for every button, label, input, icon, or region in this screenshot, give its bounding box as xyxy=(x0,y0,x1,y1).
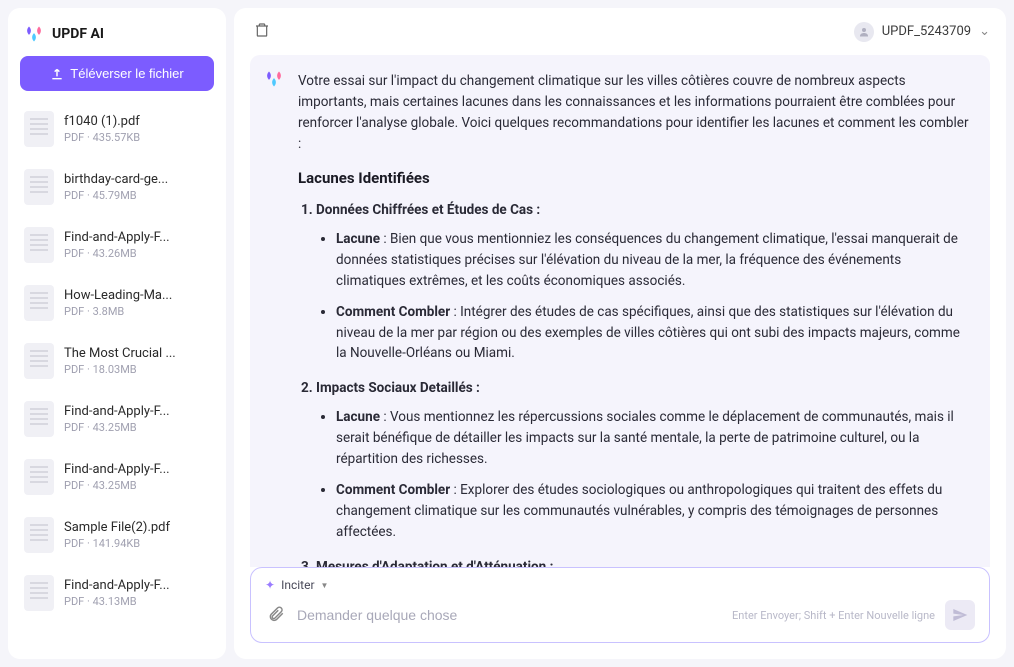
input-section: ✦ Inciter ▼ Enter Envoyer; Shift + Enter… xyxy=(234,567,1006,659)
sparkle-icon: ✦ xyxy=(265,578,275,592)
file-icon xyxy=(24,401,54,437)
file-meta: PDF · 18.03MB xyxy=(64,363,210,376)
main-panel: UPDF_5243709 ⌄ Votre essai sur l'impact … xyxy=(234,8,1006,659)
file-list[interactable]: f1040 (1).pdf PDF · 435.57KB birthday-card… xyxy=(20,103,214,647)
file-info: Find-and-Apply-F... PDF · 43.25MB xyxy=(64,462,210,492)
file-item[interactable]: Sample File(2).pdf PDF · 141.94KB xyxy=(20,509,214,561)
attach-button[interactable] xyxy=(265,603,287,628)
file-name: Find-and-Apply-F... xyxy=(64,404,210,419)
file-meta: PDF · 3.8MB xyxy=(64,305,210,318)
main-header: UPDF_5243709 ⌄ xyxy=(234,8,1006,55)
list-item-title: Impacts Sociaux Detaillés xyxy=(316,380,473,396)
file-info: birthday-card-ge... PDF · 45.79MB xyxy=(64,172,210,202)
file-info: How-Leading-Ma... PDF · 3.8MB xyxy=(64,288,210,318)
file-name: f1040 (1).pdf xyxy=(64,114,210,129)
file-name: Find-and-Apply-F... xyxy=(64,230,210,245)
sidebar-header: UPDF AI xyxy=(20,20,214,56)
file-icon xyxy=(24,575,54,611)
paperclip-icon xyxy=(267,605,285,623)
bullet-list: Lacune : Bien que vous mentionniez les c… xyxy=(316,229,970,365)
file-item[interactable]: Find-and-Apply-F... PDF · 43.26MB xyxy=(20,219,214,271)
file-info: Find-and-Apply-F... PDF · 43.25MB xyxy=(64,404,210,434)
file-item[interactable]: Find-and-Apply-F... PDF · 43.13MB xyxy=(20,567,214,619)
bullet-text: : Vous mentionnez les répercussions soci… xyxy=(336,409,954,467)
list-item: Mesures d'Adaptation et d'Atténuation : xyxy=(316,557,970,567)
bullet-list: Lacune : Vous mentionnez les répercussio… xyxy=(316,407,970,543)
upload-button[interactable]: Téléverser le fichier xyxy=(20,56,214,91)
list-item-title: Mesures d'Adaptation et d'Atténuation xyxy=(316,559,546,567)
file-name: The Most Crucial ... xyxy=(64,346,210,361)
trash-icon xyxy=(254,22,270,38)
bullet-item: Lacune : Bien que vous mentionniez les c… xyxy=(336,229,970,292)
bullet-text: : Bien que vous mentionniez les conséque… xyxy=(336,231,958,289)
file-info: f1040 (1).pdf PDF · 435.57KB xyxy=(64,114,210,144)
chevron-down-icon: ⌄ xyxy=(979,24,990,39)
trash-button[interactable] xyxy=(250,18,274,45)
triangle-down-icon: ▼ xyxy=(321,581,329,590)
user-menu[interactable]: UPDF_5243709 ⌄ xyxy=(854,22,990,42)
file-icon xyxy=(24,227,54,263)
file-item[interactable]: f1040 (1).pdf PDF · 435.57KB xyxy=(20,103,214,155)
file-meta: PDF · 43.25MB xyxy=(64,421,210,434)
file-item[interactable]: The Most Crucial ... PDF · 18.03MB xyxy=(20,335,214,387)
file-icon xyxy=(24,169,54,205)
bullet-item: Comment Combler : Explorer des études so… xyxy=(336,480,970,543)
file-item[interactable]: How-Leading-Ma... PDF · 3.8MB xyxy=(20,277,214,329)
file-info: Find-and-Apply-F... PDF · 43.26MB xyxy=(64,230,210,260)
file-item[interactable]: Find-and-Apply-F... PDF · 43.25MB xyxy=(20,393,214,445)
username: UPDF_5243709 xyxy=(882,24,971,39)
app-logo-icon xyxy=(24,24,44,44)
file-name: Find-and-Apply-F... xyxy=(64,462,210,477)
sidebar: UPDF AI Téléverser le fichier f1040 (1).… xyxy=(8,8,226,659)
message-intro: Votre essai sur l'impact du changement c… xyxy=(298,71,970,155)
upload-icon xyxy=(50,67,64,81)
list-item: Données Chiffrées et Études de Cas :Lacu… xyxy=(316,200,970,364)
input-row: Enter Envoyer; Shift + Enter Nouvelle li… xyxy=(265,600,975,630)
avatar-icon xyxy=(854,22,874,42)
file-icon xyxy=(24,459,54,495)
list-item-title: Données Chiffrées et Études de Cas xyxy=(316,202,533,218)
file-meta: PDF · 435.57KB xyxy=(64,131,210,144)
file-info: Find-and-Apply-F... PDF · 43.13MB xyxy=(64,578,210,608)
file-meta: PDF · 141.94KB xyxy=(64,537,210,550)
file-name: Sample File(2).pdf xyxy=(64,520,210,535)
file-item[interactable]: birthday-card-ge... PDF · 45.79MB xyxy=(20,161,214,213)
file-icon xyxy=(24,285,54,321)
chat-area[interactable]: Votre essai sur l'impact du changement c… xyxy=(234,55,1006,567)
message-list: Données Chiffrées et Études de Cas :Lacu… xyxy=(298,200,970,567)
file-item[interactable]: Find-and-Apply-F... PDF · 43.25MB xyxy=(20,451,214,503)
upload-label: Téléverser le fichier xyxy=(70,66,183,81)
app-logo-icon xyxy=(264,69,284,89)
file-name: Find-and-Apply-F... xyxy=(64,578,210,593)
list-item: Impacts Sociaux Detaillés :Lacune : Vous… xyxy=(316,378,970,542)
file-info: Sample File(2).pdf PDF · 141.94KB xyxy=(64,520,210,550)
file-meta: PDF · 43.26MB xyxy=(64,247,210,260)
file-name: How-Leading-Ma... xyxy=(64,288,210,303)
bullet-label: Lacune xyxy=(336,409,380,425)
input-container: ✦ Inciter ▼ Enter Envoyer; Shift + Enter… xyxy=(250,567,990,643)
prompt-tag-label: Inciter xyxy=(281,578,314,592)
file-icon xyxy=(24,111,54,147)
prompt-tag[interactable]: ✦ Inciter ▼ xyxy=(265,578,975,592)
message-input[interactable] xyxy=(297,607,722,623)
bullet-item: Comment Combler : Intégrer des études de… xyxy=(336,302,970,365)
bullet-item: Lacune : Vous mentionnez les répercussio… xyxy=(336,407,970,470)
send-icon xyxy=(952,607,968,623)
file-name: birthday-card-ge... xyxy=(64,172,210,187)
file-icon xyxy=(24,343,54,379)
assistant-message: Votre essai sur l'impact du changement c… xyxy=(250,55,990,567)
file-meta: PDF · 43.13MB xyxy=(64,595,210,608)
input-hint: Enter Envoyer; Shift + Enter Nouvelle li… xyxy=(732,609,935,622)
file-icon xyxy=(24,517,54,553)
app-title: UPDF AI xyxy=(52,26,104,42)
file-meta: PDF · 45.79MB xyxy=(64,189,210,202)
message-heading: Lacunes Identifiées xyxy=(298,167,970,190)
file-info: The Most Crucial ... PDF · 18.03MB xyxy=(64,346,210,376)
bullet-label: Comment Combler xyxy=(336,482,450,498)
send-button[interactable] xyxy=(945,600,975,630)
bullet-label: Lacune xyxy=(336,231,380,247)
bullet-label: Comment Combler xyxy=(336,304,450,320)
file-meta: PDF · 43.25MB xyxy=(64,479,210,492)
